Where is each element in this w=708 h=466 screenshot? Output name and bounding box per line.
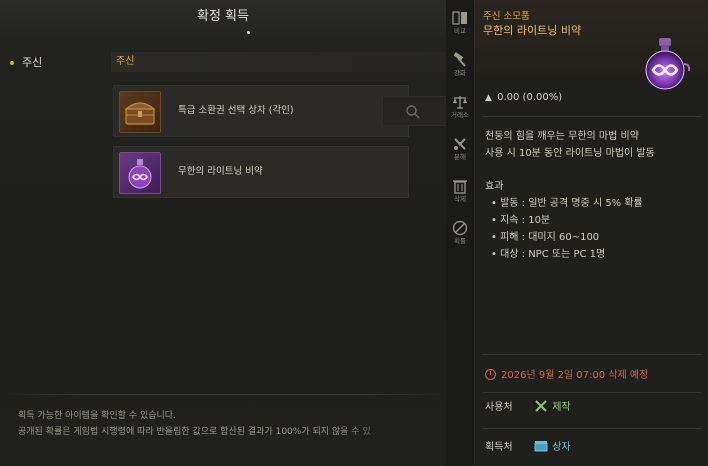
divider: [0, 394, 446, 395]
tool-label: 비교: [454, 27, 466, 35]
probability-icon: [452, 220, 468, 236]
tooltip-item-name: 무한의 라이트닝 비약: [483, 24, 582, 37]
footer-line: 공개된 확률은 게임법 시행령에 따라 반올림한 값으로 합산된 결과가 100…: [18, 427, 371, 437]
tool-label: 분해: [454, 153, 466, 161]
tool-label: 강화: [454, 69, 466, 77]
usage-link[interactable]: 제작: [552, 402, 570, 413]
bullet-icon: [10, 61, 14, 65]
item-name: 특급 소환권 선택 상자 (각인): [178, 105, 294, 116]
probability-button[interactable]: 획률: [446, 218, 474, 254]
price-value: 0.00 (0.00%): [497, 92, 563, 103]
source-row: 획득처 상자: [485, 438, 699, 458]
category-label: 주신: [22, 56, 43, 69]
description-line: 천둥의 힘을 깨우는 무한의 마법 비약: [485, 131, 639, 142]
tool-label: 획률: [454, 237, 466, 245]
dismantle-icon: [454, 138, 466, 150]
tooltip-category: 주신 소모품: [483, 11, 530, 22]
divider: [483, 354, 701, 355]
footer-line: 획득 가능한 아이템을 확인할 수 있습니다.: [18, 411, 176, 421]
tool-label: 삭제: [454, 195, 466, 203]
effect-line: • 대상 : NPC 또는 PC 1명: [491, 249, 606, 260]
trash-icon: [453, 180, 467, 194]
infinity-potion-icon: [635, 34, 695, 94]
tool-label: 거래소: [451, 111, 469, 119]
section-header: 주신: [111, 52, 446, 72]
effects-title: 효과: [485, 181, 504, 192]
title-indicator-dot: [247, 31, 250, 34]
divider: [483, 428, 701, 429]
list-item[interactable]: 무한의 라이트닝 비약: [113, 146, 409, 198]
effect-line: • 피해 : 대미지 60~100: [491, 232, 600, 243]
clock-icon: [485, 369, 496, 380]
usage-row: 사용처 제작: [485, 398, 699, 418]
weight-icon: ▲: [485, 93, 492, 103]
effect-line: • 지속 : 10분: [491, 215, 551, 226]
source-link[interactable]: 상자: [552, 442, 570, 453]
search-box[interactable]: [382, 96, 446, 126]
tool-bar: 비교 강화 거래소 분해 삭제 획률: [446, 0, 474, 466]
box-icon: [534, 441, 548, 452]
dismantle-button[interactable]: 분해: [446, 134, 474, 170]
compare-button[interactable]: 비교: [446, 8, 474, 44]
search-icon: [406, 105, 420, 119]
item-tooltip: 주신 소모품 무한의 라이트닝 비약 ▲ 0.00 (0.00%) 천둥의 힘을…: [474, 0, 708, 466]
tooltip-description: 천둥의 힘을 깨우는 무한의 마법 비약 사용 시 10분 동안 라이트닝 마법…: [485, 128, 655, 162]
panel-title: 확정 획득: [0, 0, 446, 36]
description-line: 사용 시 10분 동안 라이트닝 마법이 발동: [485, 148, 655, 159]
crafting-icon: [535, 400, 547, 412]
purple-potion-icon: [119, 152, 161, 194]
expire-notice: 2026년 9월 2일 07:00 삭제 예정: [485, 366, 648, 381]
delete-button[interactable]: 삭제: [446, 176, 474, 212]
usage-label: 사용처: [485, 402, 513, 413]
scale-icon: [453, 96, 467, 109]
acquisition-panel: 확정 획득 주신 주신 특급 소환권 선택 상자 (각인) 무한의 라이트닝 비…: [0, 0, 446, 466]
item-name: 무한의 라이트닝 비약: [178, 166, 263, 177]
list-item[interactable]: 특급 소환권 선택 상자 (각인): [113, 85, 409, 137]
tooltip-effects: 효과 • 발동 : 일반 공격 명중 시 5% 확률 • 지속 : 10분 • …: [485, 178, 643, 263]
enhance-button[interactable]: 강화: [446, 50, 474, 86]
compare-icon: [452, 11, 467, 25]
footer-note: 획득 가능한 아이템을 확인할 수 있습니다. 공개된 확률은 게임법 시행령에…: [18, 408, 418, 440]
source-label: 획득처: [485, 442, 513, 453]
enhance-hammer-icon: [453, 52, 466, 67]
expire-text: 2026년 9월 2일 07:00 삭제 예정: [501, 370, 649, 381]
category-item-jusin[interactable]: 주신: [10, 55, 100, 71]
effect-line: • 발동 : 일반 공격 명중 시 5% 확률: [491, 198, 643, 209]
divider: [483, 392, 701, 393]
divider: [483, 116, 701, 117]
exchange-button[interactable]: 거래소: [446, 92, 474, 128]
treasure-chest-icon: [119, 91, 161, 133]
tooltip-price: ▲ 0.00 (0.00%): [485, 92, 562, 103]
